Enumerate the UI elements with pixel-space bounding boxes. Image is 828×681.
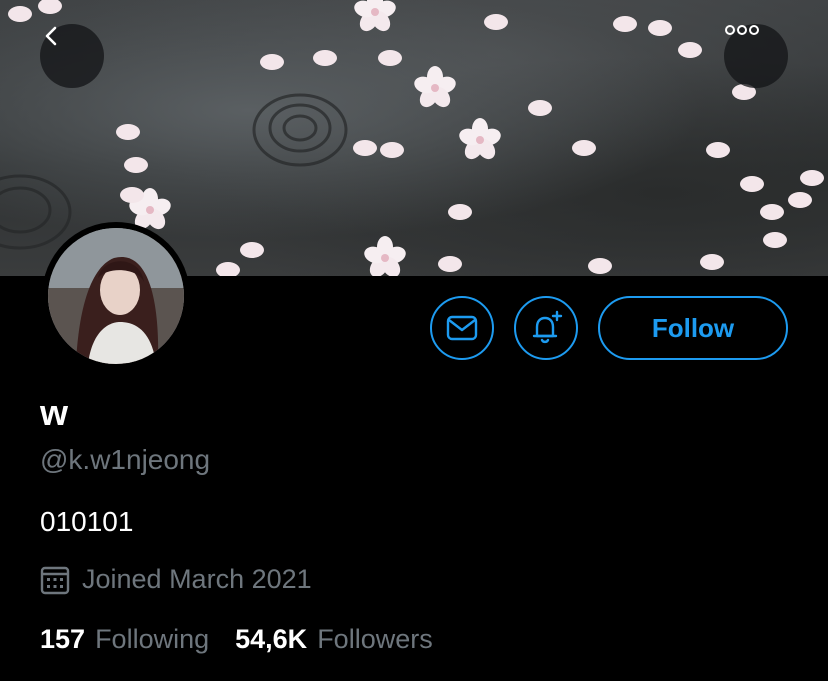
- back-button[interactable]: [40, 24, 104, 88]
- avatar[interactable]: [42, 222, 190, 370]
- follow-stats: 157 Following 54,6K Followers: [40, 624, 459, 655]
- followers-count: 54,6K: [235, 624, 308, 654]
- joined-date-row: Joined March 2021: [40, 564, 312, 595]
- display-name: w: [40, 392, 69, 433]
- bell-plus-icon: [532, 310, 563, 344]
- profile-bio: 010101: [40, 506, 134, 537]
- more-horizontal-icon: [725, 25, 759, 35]
- avatar-image: [48, 228, 184, 364]
- username-handle: @k.w1njeong: [40, 444, 211, 475]
- notifications-button[interactable]: [514, 296, 578, 360]
- envelope-icon: [446, 315, 478, 341]
- message-button[interactable]: [430, 296, 494, 360]
- following-label: Following: [95, 624, 210, 654]
- followers-label: Followers: [317, 624, 433, 654]
- follow-button[interactable]: Follow: [598, 296, 788, 360]
- joined-date: Joined March 2021: [82, 564, 312, 594]
- followers-link[interactable]: 54,6K Followers: [235, 624, 433, 655]
- more-options-button[interactable]: [724, 24, 788, 88]
- calendar-icon: [40, 566, 70, 594]
- following-count: 157: [40, 624, 86, 654]
- profile-page: Follow w @k.w1njeong 010101 Joined March…: [0, 0, 828, 681]
- following-link[interactable]: 157 Following: [40, 624, 209, 655]
- chevron-left-icon: [45, 26, 57, 46]
